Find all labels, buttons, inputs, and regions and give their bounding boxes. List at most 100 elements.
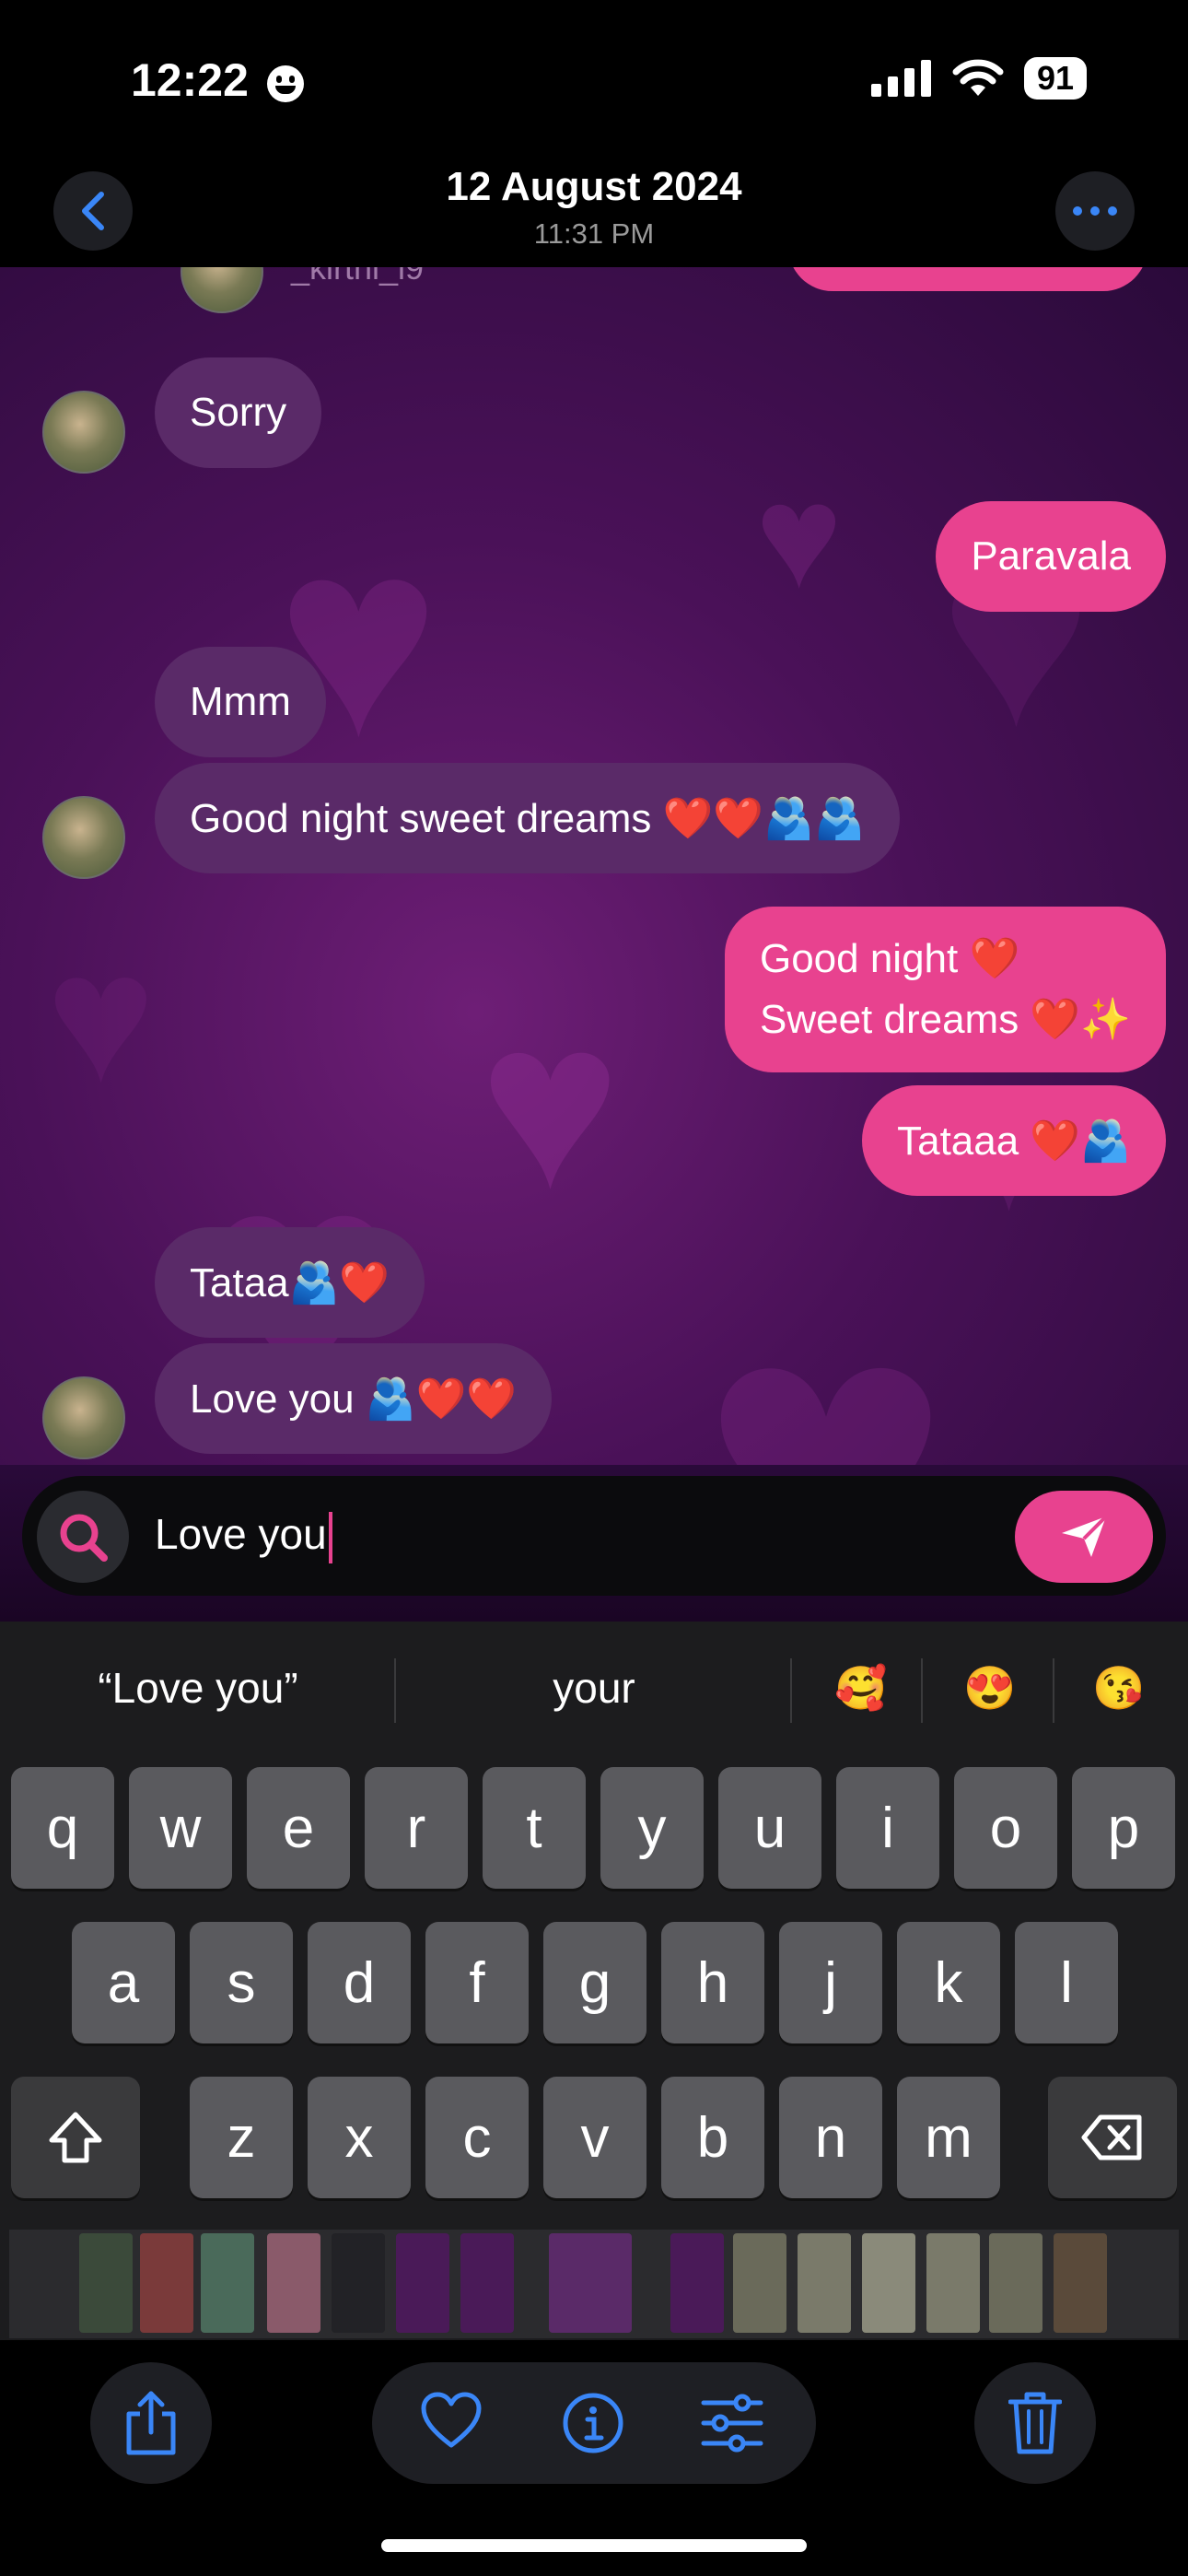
photo-thumbnail[interactable]: [733, 2233, 786, 2333]
message-bubble-outgoing[interactable]: Good night ❤️ Sweet dreams ❤️✨: [724, 907, 1166, 1072]
message-text: Good night sweet dreams ❤️❤️🫂🫂: [190, 796, 865, 841]
suggestion-divider: [790, 1658, 792, 1723]
photo-thumbnail[interactable]: [79, 2233, 133, 2333]
suggestion-2[interactable]: your: [405, 1663, 783, 1713]
photo-thumbnail[interactable]: [460, 2233, 514, 2333]
heart-icon: [421, 2392, 482, 2448]
header-time: 11:31 PM: [533, 217, 655, 250]
key-o[interactable]: o: [954, 1767, 1057, 1889]
photo-thumbnail[interactable]: [396, 2233, 449, 2333]
battery-indicator: 91: [1023, 57, 1087, 100]
key-y[interactable]: y: [600, 1767, 704, 1889]
key-u[interactable]: u: [718, 1767, 821, 1889]
message-bubble-outgoing[interactable]: Tataaa ❤️🫂: [862, 1085, 1166, 1196]
more-icon: [1073, 206, 1117, 216]
message-bubble-incoming[interactable]: Tataa🫂❤️: [155, 1227, 425, 1338]
message-bubble-incoming[interactable]: Love you 🫂❤️❤️: [155, 1343, 553, 1454]
key-h[interactable]: h: [661, 1922, 764, 2043]
key-v[interactable]: v: [543, 2077, 646, 2198]
trash-icon: [1008, 2392, 1062, 2454]
send-button[interactable]: [1015, 1491, 1153, 1583]
cellular-signal-icon: [870, 60, 931, 97]
delete-button[interactable]: [974, 2362, 1096, 2484]
avatar[interactable]: [181, 267, 263, 313]
sliders-icon: [701, 2394, 763, 2453]
key-w[interactable]: w: [129, 1767, 232, 1889]
key-g[interactable]: g: [543, 1922, 646, 2043]
search-button[interactable]: [37, 1491, 129, 1583]
message-text: Mmm: [190, 679, 291, 724]
emoji-suggestion-1[interactable]: 🥰: [801, 1663, 921, 1714]
message-text: Sorry: [190, 390, 287, 435]
key-b[interactable]: b: [661, 2077, 764, 2198]
key-d[interactable]: d: [308, 1922, 411, 2043]
photo-thumbnail[interactable]: [926, 2233, 980, 2333]
emoji-suggestion-3[interactable]: 😘: [1059, 1663, 1179, 1714]
key-l[interactable]: l: [1015, 1922, 1118, 2043]
key-e[interactable]: e: [247, 1767, 350, 1889]
key-i[interactable]: i: [836, 1767, 939, 1889]
key-r[interactable]: r: [365, 1767, 468, 1889]
info-icon: [563, 2393, 623, 2453]
avatar[interactable]: [42, 391, 125, 474]
key-m[interactable]: m: [897, 2077, 1000, 2198]
shift-icon: [49, 2112, 102, 2163]
photo-thumbnail[interactable]: [201, 2233, 254, 2333]
suggestion-divider: [394, 1658, 396, 1723]
message-text: Paravala: [971, 533, 1131, 579]
send-icon: [1062, 1515, 1108, 1557]
key-t[interactable]: t: [483, 1767, 586, 1889]
key-x[interactable]: x: [308, 2077, 411, 2198]
partial-username: _kirthi_i9: [291, 267, 425, 287]
more-button[interactable]: [1055, 171, 1135, 251]
message-bubble-incoming[interactable]: Good night sweet dreams ❤️❤️🫂🫂: [155, 763, 900, 873]
photo-thumbnail[interactable]: [989, 2233, 1042, 2333]
key-a[interactable]: a: [72, 1922, 175, 2043]
emoji-suggestion-2[interactable]: 😍: [930, 1663, 1050, 1714]
info-button[interactable]: [562, 2392, 624, 2459]
message-input[interactable]: Love you: [155, 1509, 332, 1563]
heart-decoration: ♥: [46, 915, 156, 1120]
share-button[interactable]: [90, 2362, 212, 2484]
wifi-icon: [952, 59, 1004, 96]
key-z[interactable]: z: [190, 2077, 293, 2198]
message-text: Tataa🫂❤️: [190, 1260, 390, 1306]
heart-decoration: ♥: [276, 484, 441, 793]
key-f[interactable]: f: [425, 1922, 529, 2043]
photo-thumbnail[interactable]: [862, 2233, 915, 2333]
delete-key[interactable]: [1048, 2077, 1177, 2198]
photo-thumbnail[interactable]: [140, 2233, 193, 2333]
key-p[interactable]: p: [1072, 1767, 1175, 1889]
key-s[interactable]: s: [190, 1922, 293, 2043]
avatar[interactable]: [42, 1376, 125, 1459]
like-button[interactable]: [420, 2392, 483, 2453]
photo-thumbnail[interactable]: [267, 2233, 320, 2333]
message-bubble-outgoing-partial[interactable]: [788, 267, 1147, 291]
photo-thumbnail[interactable]: [332, 2233, 385, 2333]
heart-decoration: ♥: [479, 971, 622, 1238]
photo-thumbnail[interactable]: [1054, 2233, 1107, 2333]
heart-decoration: ♥: [755, 453, 843, 618]
suggestion-1[interactable]: “Love you”: [28, 1663, 368, 1713]
key-j[interactable]: j: [779, 1922, 882, 2043]
adjust-button[interactable]: [700, 2394, 764, 2457]
home-indicator: [381, 2539, 807, 2552]
shift-key[interactable]: [11, 2077, 140, 2198]
key-q[interactable]: q: [11, 1767, 114, 1889]
text-caret: [328, 1511, 332, 1563]
key-c[interactable]: c: [425, 2077, 529, 2198]
message-bubble-outgoing[interactable]: Paravala: [936, 501, 1166, 612]
photo-thumbnail[interactable]: [549, 2233, 632, 2333]
photo-thumbnail[interactable]: [798, 2233, 851, 2333]
avatar[interactable]: [42, 796, 125, 879]
search-icon: [60, 1514, 108, 1562]
key-n[interactable]: n: [779, 2077, 882, 2198]
message-bubble-incoming[interactable]: Mmm: [155, 647, 326, 757]
status-time: 12:22: [131, 53, 304, 107]
key-k[interactable]: k: [897, 1922, 1000, 2043]
message-text: Sweet dreams ❤️✨: [759, 997, 1131, 1042]
message-bubble-incoming[interactable]: Sorry: [155, 357, 322, 468]
status-indicators: 91: [870, 57, 1087, 100]
header-date: 12 August 2024: [446, 164, 742, 209]
photo-thumbnail[interactable]: [670, 2233, 724, 2333]
